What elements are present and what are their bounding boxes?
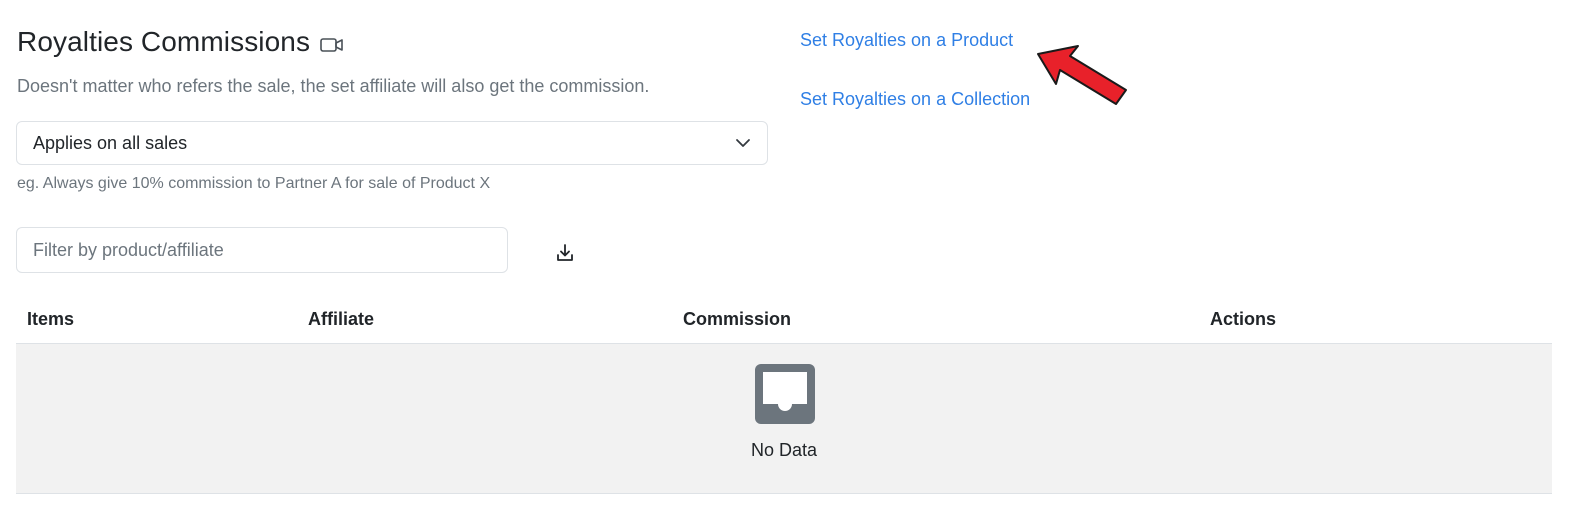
set-royalties-collection-link[interactable]: Set Royalties on a Collection (800, 89, 1030, 110)
empty-state: No Data (16, 344, 1552, 494)
royalty-links: Set Royalties on a Product Set Royalties… (800, 30, 1030, 110)
download-button[interactable] (551, 239, 579, 267)
column-header-affiliate: Affiliate (308, 309, 375, 329)
column-header-commission: Commission (683, 309, 792, 329)
page-subtitle: Doesn't matter who refers the sale, the … (17, 76, 650, 96)
red-arrow-annotation (1037, 45, 1127, 105)
royalties-commissions-page: Royalties Commissions Doesn't matter who… (0, 0, 1574, 511)
column-header-items: Items (27, 309, 75, 329)
column-header-actions: Actions (1210, 309, 1277, 329)
title-row: Royalties Commissions (17, 26, 344, 58)
empty-state-text: No Data (750, 440, 818, 460)
scope-hint: eg. Always give 10% commission to Partne… (17, 175, 491, 192)
inbox-icon (755, 364, 815, 424)
scope-select[interactable]: Applies on all sales (16, 121, 768, 165)
download-icon (557, 244, 573, 261)
video-camera-icon[interactable] (320, 37, 344, 53)
filter-input[interactable] (16, 227, 508, 273)
table-header: Items Affiliate Commission Actions (16, 296, 1552, 344)
page-title: Royalties Commissions (17, 26, 311, 57)
chevron-down-icon (735, 135, 751, 151)
scope-select-value: Applies on all sales (33, 132, 188, 153)
set-royalties-product-link[interactable]: Set Royalties on a Product (800, 30, 1030, 51)
